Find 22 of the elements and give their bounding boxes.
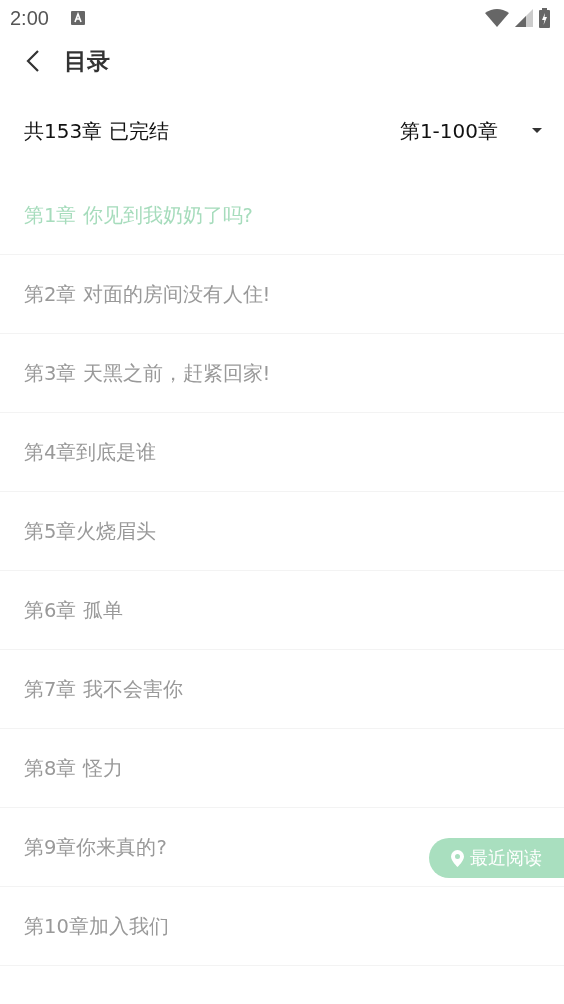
battery-icon [539, 8, 550, 28]
chapter-item[interactable]: 第7章 我不会害你 [24, 675, 183, 703]
back-button[interactable] [26, 49, 40, 73]
status-time: 2:00 [10, 6, 49, 30]
chapter-item[interactable]: 第9章你来真的? [24, 833, 167, 861]
wifi-icon [485, 9, 509, 27]
chapter-item[interactable]: 第6章 孤单 [24, 596, 123, 624]
range-dropdown[interactable]: 第1-100章 [399, 117, 542, 145]
chapter-item[interactable]: 第4章到底是谁 [24, 438, 157, 466]
keyboard-icon [70, 11, 85, 25]
caret-icon [532, 128, 542, 134]
signal-icon [515, 9, 533, 27]
chapter-item[interactable]: 第2章 对面的房间没有人住! [24, 280, 271, 308]
location-pin-icon [451, 849, 464, 867]
chapter-item[interactable]: 第8章 怪力 [24, 754, 123, 782]
recent-reading-button[interactable]: 最近阅读 [429, 838, 564, 878]
book-info: 共153章 已完结 [24, 117, 169, 145]
chapter-item[interactable]: 第1章 你见到我奶奶了吗? [24, 201, 253, 229]
page-title: 目录 [64, 46, 110, 76]
chapter-item[interactable]: 第3章 天黑之前，赶紧回家! [24, 359, 271, 387]
chapter-item[interactable]: 第5章火烧眉头 [24, 517, 157, 545]
chapter-item[interactable]: 第10章加入我们 [24, 912, 169, 940]
